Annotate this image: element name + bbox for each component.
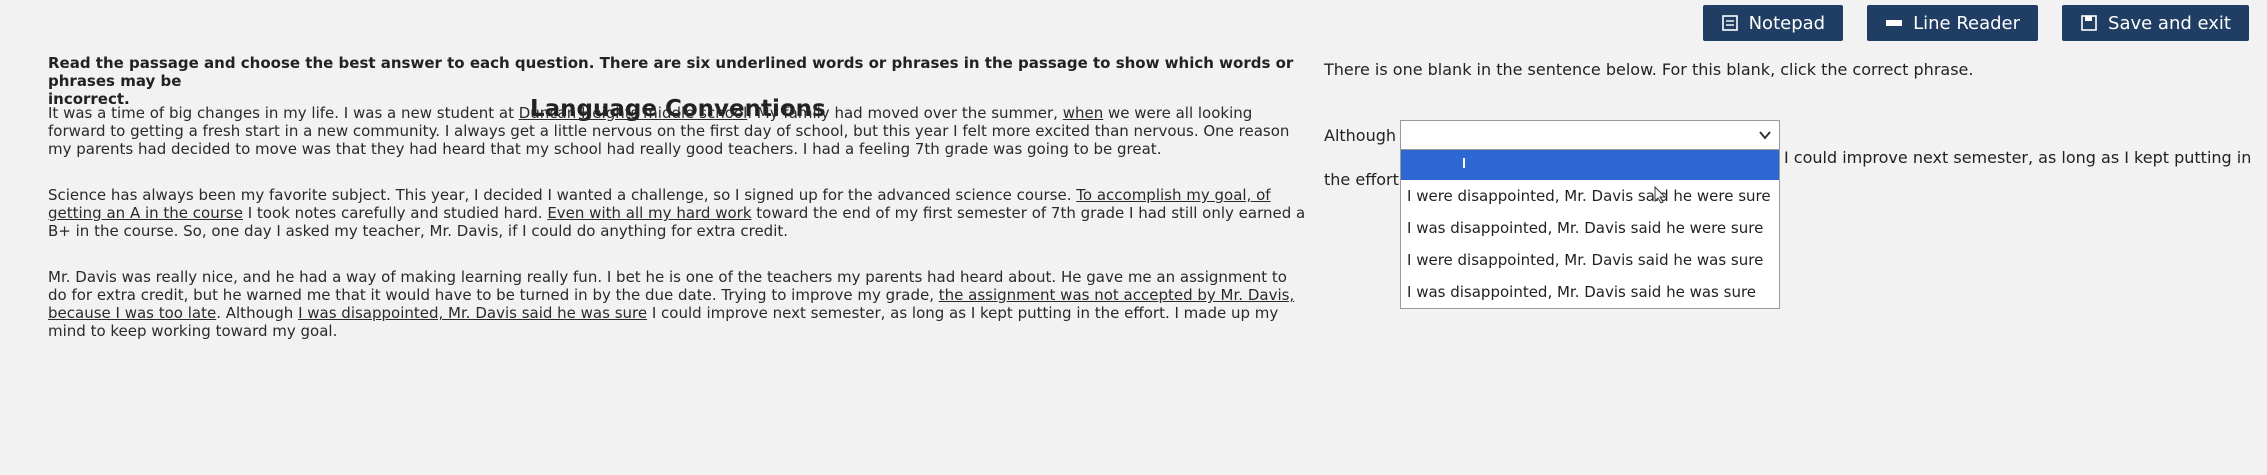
save-icon [2080, 14, 2098, 32]
answer-dropdown[interactable]: I were disappointed, Mr. Davis said he w… [1400, 120, 1780, 309]
notepad-label: Notepad [1748, 12, 1826, 34]
passage-paragraph-2: Science has always been my favorite subj… [48, 186, 1306, 240]
underlined-phrase: when [1062, 104, 1104, 122]
sentence-lead-2: the effort. [1324, 170, 1404, 189]
passage: It was a time of big changes in my life.… [48, 104, 1308, 368]
dropdown-highlight-bar[interactable] [1400, 150, 1780, 180]
mouse-pointer-icon [1654, 186, 1666, 204]
underlined-phrase: I was disappointed, Mr. Davis said he wa… [298, 304, 648, 322]
underlined-phrase: Even with all my hard work [547, 204, 752, 222]
chevron-down-icon[interactable] [1757, 127, 1773, 143]
underlined-phrase: Duncan Heights middle school [518, 104, 748, 122]
dropdown-option-list: I were disappointed, Mr. Davis said he w… [1400, 180, 1780, 309]
dropdown-option-3[interactable]: I were disappointed, Mr. Davis said he w… [1401, 244, 1779, 276]
notepad-button[interactable]: Notepad [1702, 5, 1844, 41]
notepad-icon [1721, 14, 1739, 32]
text-cursor-icon [1463, 158, 1465, 168]
sentence-tail: I could improve next semester, as long a… [1784, 148, 2252, 167]
line-reader-icon [1885, 14, 1903, 32]
dropdown-select[interactable] [1400, 120, 1780, 150]
save-and-exit-button[interactable]: Save and exit [2062, 5, 2249, 41]
dropdown-option-2[interactable]: I was disappointed, Mr. Davis said he we… [1401, 212, 1779, 244]
question-prompt: There is one blank in the sentence below… [1324, 60, 1974, 79]
passage-paragraph-1: It was a time of big changes in my life.… [48, 104, 1290, 158]
instructions-line-1: Read the passage and choose the best ans… [48, 54, 1294, 90]
line-reader-button[interactable]: Line Reader [1867, 5, 2039, 41]
test-screen: Notepad Line Reader Save and exit Read t… [0, 0, 2267, 475]
dropdown-option-4[interactable]: I was disappointed, Mr. Davis said he wa… [1401, 276, 1779, 308]
toolbar: Notepad Line Reader Save and exit [1702, 0, 2267, 46]
sentence-lead: Although [1324, 126, 1397, 145]
line-reader-label: Line Reader [1913, 12, 2021, 34]
passage-paragraph-3: Mr. Davis was really nice, and he had a … [48, 268, 1295, 340]
save-and-exit-label: Save and exit [2108, 12, 2231, 34]
dropdown-option-1[interactable]: I were disappointed, Mr. Davis said he w… [1401, 180, 1779, 212]
